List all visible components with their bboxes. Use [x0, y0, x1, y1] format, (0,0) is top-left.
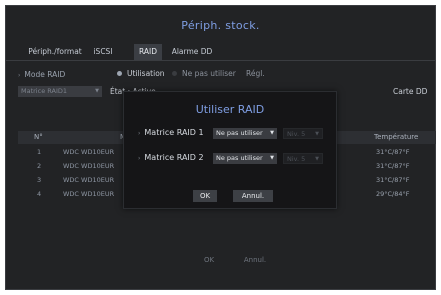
tab-raid[interactable]: RAID — [134, 44, 162, 60]
raid-matrix-2-level-select: Niv. 5 ▼ — [283, 153, 323, 164]
row-temperature: 31°C/87°F — [376, 162, 410, 170]
row-model: WDC WD10EUR — [63, 190, 115, 198]
raid-matrix-1-usage-select[interactable]: Ne pas utiliser ▼ — [213, 128, 277, 139]
bullet-icon: › — [18, 72, 21, 79]
use-raid-dialog: Utiliser RAID › Matrice RAID 1 Ne pas uti… — [123, 91, 337, 209]
raid-mode-use-radio[interactable]: Utilisation — [117, 69, 165, 78]
tab-device-format[interactable]: Périph./format — [24, 44, 86, 60]
row-model: WDC WD10EUR — [63, 162, 115, 170]
raid-matrix-select[interactable]: Matrice RAID1 ▼ — [18, 86, 102, 97]
raid-mode-label: › Mode RAID — [18, 70, 66, 79]
row-temperature: 29°C/84°F — [376, 190, 410, 198]
row-temperature: 31°C/87°F — [376, 176, 410, 184]
raid-matrix-1-level-select: Niv. 5 ▼ — [283, 128, 323, 139]
radio-unselected-icon — [172, 70, 177, 76]
raid-matrix-2-label: › Matrice RAID 2 — [138, 153, 204, 162]
page-title: Périph. stock. — [181, 19, 260, 32]
row-number: 4 — [37, 190, 42, 198]
dialog-ok-button[interactable]: OK — [193, 190, 217, 202]
bullet-icon: › — [138, 155, 141, 162]
tab-hdd-alarm[interactable]: Alarme DD — [168, 44, 216, 60]
settings-button[interactable]: Régl. — [246, 69, 265, 78]
row-model: WDC WD10EUR — [63, 148, 115, 156]
column-header-number: N° — [34, 133, 43, 141]
row-temperature: 31°C/87°F — [376, 148, 410, 156]
raid-matrix-2-usage-select[interactable]: Ne pas utiliser ▼ — [213, 153, 277, 164]
chevron-down-icon: ▼ — [270, 155, 274, 161]
bullet-icon: › — [138, 130, 141, 137]
chevron-down-icon: ▼ — [270, 130, 274, 136]
ok-button[interactable]: OK — [198, 255, 220, 266]
row-number: 1 — [37, 148, 42, 156]
tab-iscsi[interactable]: iSCSI — [86, 44, 120, 60]
row-model: WDC WD10EUR — [63, 176, 115, 184]
tab-divider — [6, 60, 435, 61]
raid-matrix-1-label: › Matrice RAID 1 — [138, 128, 204, 137]
dialog-cancel-button[interactable]: Annul. — [233, 190, 273, 202]
radio-selected-icon — [117, 70, 122, 76]
raid-mode-no-use-radio[interactable]: Ne pas utiliser — [172, 69, 236, 78]
chevron-down-icon: ▼ — [95, 88, 99, 94]
dialog-title: Utiliser RAID — [195, 103, 265, 116]
hdd-card-label: Carte DD — [393, 87, 428, 96]
chevron-down-icon: ▼ — [315, 156, 319, 162]
chevron-down-icon: ▼ — [315, 131, 319, 137]
column-header-temperature: Température — [374, 133, 419, 141]
row-number: 2 — [37, 162, 42, 170]
row-number: 3 — [37, 176, 42, 184]
cancel-button[interactable]: Annul. — [238, 255, 272, 266]
